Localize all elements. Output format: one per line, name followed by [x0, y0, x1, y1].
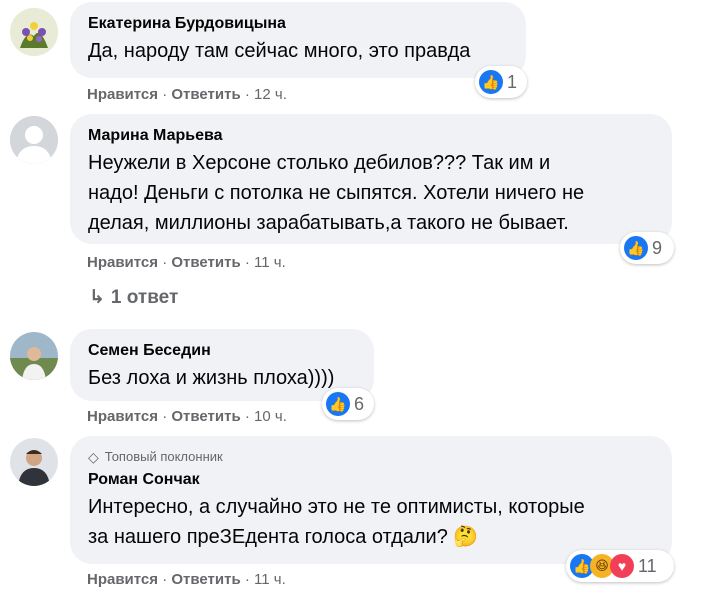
reaction-summary[interactable]: 👍 9 [620, 232, 674, 264]
like-reaction-icon: 👍 [479, 70, 503, 94]
comment-author[interactable]: Екатерина Бурдовицына [88, 14, 508, 34]
comment-actions: Нравится · Ответить · 11 ч. [87, 571, 286, 588]
flowers-avatar-icon [10, 8, 58, 56]
diamond-icon: ◇ [88, 449, 99, 465]
comment-text: Интересно, а случайно это не те оптимист… [88, 496, 585, 548]
comment-bubble: Екатерина Бурдовицына Да, народу там сей… [70, 2, 526, 78]
avatar[interactable] [10, 8, 58, 56]
comment-actions: Нравится · Ответить · 12 ч. [87, 86, 287, 103]
reaction-count: 11 [638, 555, 657, 576]
comment-text: Без лоха и жизнь плоха)))) [88, 367, 335, 389]
reply-link[interactable]: Ответить [171, 408, 240, 425]
comment-bubble: ◇ Топовый поклонник Роман Сончак Интерес… [70, 436, 672, 564]
comment-time[interactable]: 12 ч. [254, 86, 287, 103]
reaction-count: 6 [354, 393, 365, 414]
person-photo-avatar-icon [10, 332, 58, 380]
comment-time[interactable]: 11 ч. [254, 571, 286, 588]
comment-time[interactable]: 10 ч. [254, 408, 287, 425]
like-reaction-icon: 👍 [624, 236, 648, 260]
view-replies-link[interactable]: ↳ 1 ответ [89, 286, 178, 309]
comment-text: Да, народу там сейчас много, это правда [88, 40, 471, 62]
comment-author[interactable]: Семен Беседин [88, 341, 356, 361]
avatar[interactable] [10, 332, 58, 380]
comment-author[interactable]: Роман Сончак [88, 470, 654, 490]
reply-link[interactable]: Ответить [171, 254, 240, 271]
avatar[interactable] [10, 438, 58, 486]
like-link[interactable]: Нравится [87, 254, 158, 271]
comment-actions: Нравится · Ответить · 11 ч. [87, 254, 286, 271]
like-link[interactable]: Нравится [87, 86, 158, 103]
comment-bubble: Марина Марьева Неужели в Херсоне столько… [70, 114, 672, 244]
comment-author[interactable]: Марина Марьева [88, 126, 654, 146]
reaction-summary[interactable]: 👍 6 [322, 388, 374, 420]
love-reaction-icon: ♥ [610, 554, 634, 578]
reaction-count: 1 [507, 71, 518, 92]
like-link[interactable]: Нравится [87, 408, 158, 425]
like-link[interactable]: Нравится [87, 571, 158, 588]
reaction-summary[interactable]: 👍 😆 ♥ 11 [566, 550, 674, 582]
person-photo-avatar-icon [10, 438, 58, 486]
reply-link[interactable]: Ответить [171, 571, 240, 588]
comment-actions: Нравится · Ответить · 10 ч. [87, 408, 287, 425]
reaction-count: 9 [652, 237, 663, 258]
comment-time[interactable]: 11 ч. [254, 254, 286, 271]
default-avatar-icon [10, 116, 58, 164]
reply-arrow-icon: ↳ [89, 287, 105, 308]
reply-link[interactable]: Ответить [171, 86, 240, 103]
comment-text: Неужели в Херсоне столько дебилов??? Так… [88, 152, 585, 234]
top-fan-badge[interactable]: ◇ Топовый поклонник [88, 448, 654, 466]
like-reaction-icon: 👍 [326, 392, 350, 416]
reaction-summary[interactable]: 👍 1 [475, 66, 527, 98]
avatar[interactable] [10, 116, 58, 164]
